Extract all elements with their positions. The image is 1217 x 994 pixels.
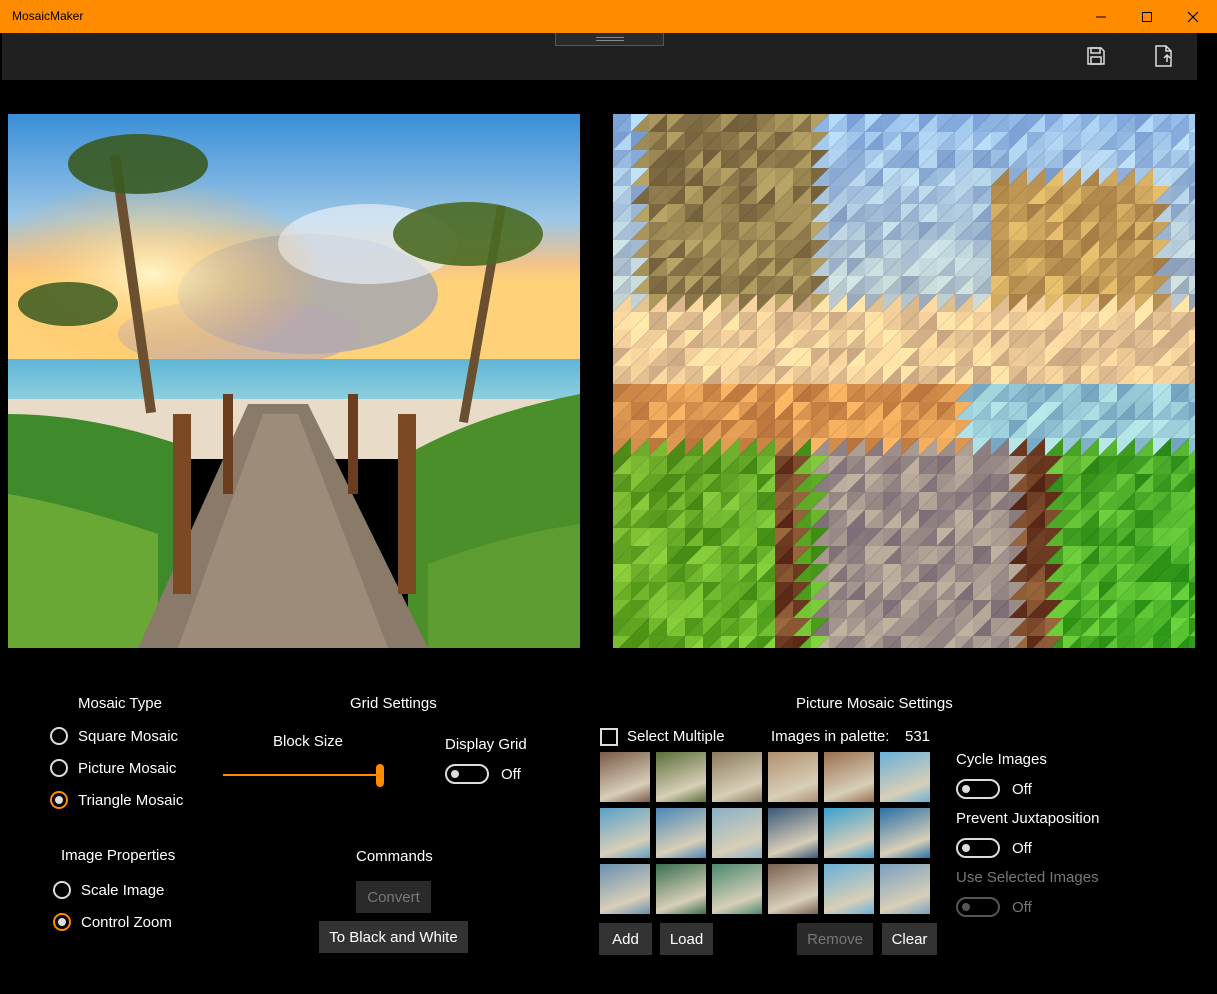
- palette-thumbnail[interactable]: [712, 864, 762, 914]
- prevent-juxtaposition-toggle[interactable]: [956, 838, 1000, 858]
- scale-image-radio[interactable]: [53, 881, 71, 899]
- palette-thumbnail[interactable]: [600, 808, 650, 858]
- picture-mosaic-radio[interactable]: [50, 759, 68, 777]
- window-title: MosaicMaker: [12, 9, 84, 23]
- control-zoom-radio[interactable]: [53, 913, 71, 931]
- save-button[interactable]: [1082, 42, 1110, 70]
- images-in-palette-count: 531: [905, 728, 931, 745]
- use-selected-images-label: Use Selected Images: [956, 869, 1099, 886]
- commands-heading: Commands: [356, 848, 433, 865]
- palette-thumbnail[interactable]: [824, 864, 874, 914]
- palette-thumbnail[interactable]: [656, 864, 706, 914]
- beach-boardwalk-photo: [8, 114, 580, 648]
- display-grid-toggle[interactable]: [445, 764, 489, 784]
- prevent-juxtaposition-state: Off: [1012, 840, 1032, 857]
- minimize-button[interactable]: [1078, 0, 1124, 33]
- close-icon: [1187, 11, 1199, 22]
- palette-thumbnail[interactable]: [712, 752, 762, 802]
- maximize-icon: [1142, 11, 1152, 22]
- palette-thumbnail[interactable]: [656, 752, 706, 802]
- minimize-icon: [1096, 16, 1106, 17]
- mosaic-result-image: [613, 114, 1195, 648]
- scale-image-label[interactable]: Scale Image: [81, 882, 164, 899]
- control-zoom-label[interactable]: Control Zoom: [81, 914, 172, 931]
- load-button[interactable]: Load: [660, 923, 713, 955]
- mosaic-type-heading: Mosaic Type: [78, 695, 162, 712]
- export-file-icon: [1155, 45, 1172, 67]
- square-mosaic-radio[interactable]: [50, 727, 68, 745]
- palette-thumbnail[interactable]: [768, 752, 818, 802]
- export-button[interactable]: [1150, 42, 1178, 70]
- pane-grip-handle[interactable]: [555, 33, 664, 46]
- palette-thumbnail[interactable]: [824, 808, 874, 858]
- block-size-slider-track[interactable]: [223, 774, 378, 776]
- use-selected-images-state: Off: [1012, 899, 1032, 916]
- picture-mosaic-label[interactable]: Picture Mosaic: [78, 760, 176, 777]
- select-multiple-checkbox[interactable]: [600, 728, 618, 746]
- select-multiple-label[interactable]: Select Multiple: [627, 728, 725, 745]
- square-mosaic-label[interactable]: Square Mosaic: [78, 728, 178, 745]
- triangle-mosaic-label[interactable]: Triangle Mosaic: [78, 792, 183, 809]
- title-bar: MosaicMaker: [0, 0, 1217, 33]
- palette-thumbnail[interactable]: [712, 808, 762, 858]
- palette-thumbnail[interactable]: [600, 752, 650, 802]
- palette-thumbnail[interactable]: [768, 864, 818, 914]
- display-grid-state: Off: [501, 766, 521, 783]
- black-and-white-button[interactable]: To Black and White: [319, 921, 468, 953]
- triangle-mosaic-output: [613, 114, 1195, 648]
- convert-button[interactable]: Convert: [356, 881, 431, 913]
- palette-thumbnail[interactable]: [880, 864, 930, 914]
- use-selected-images-toggle[interactable]: [956, 897, 1000, 917]
- source-image: [8, 114, 580, 648]
- remove-button[interactable]: Remove: [797, 923, 873, 955]
- triangle-mosaic-radio[interactable]: [50, 791, 68, 809]
- cycle-images-toggle[interactable]: [956, 779, 1000, 799]
- palette-thumbnail[interactable]: [880, 808, 930, 858]
- close-button[interactable]: [1170, 0, 1216, 33]
- palette-thumbnail[interactable]: [656, 808, 706, 858]
- cycle-images-label: Cycle Images: [956, 751, 1047, 768]
- block-size-label: Block Size: [273, 733, 344, 750]
- image-properties-heading: Image Properties: [61, 847, 176, 864]
- palette-thumbnail[interactable]: [768, 808, 818, 858]
- add-button[interactable]: Add: [599, 923, 652, 955]
- grid-settings-heading: Grid Settings: [350, 695, 437, 712]
- save-icon: [1087, 47, 1105, 65]
- clear-button[interactable]: Clear: [882, 923, 937, 955]
- command-bar: [2, 33, 1197, 80]
- block-size-slider-thumb[interactable]: [376, 764, 384, 787]
- cycle-images-state: Off: [1012, 781, 1032, 798]
- picture-mosaic-heading: Picture Mosaic Settings: [796, 695, 953, 712]
- prevent-juxtaposition-label: Prevent Juxtaposition: [956, 810, 1100, 827]
- palette-thumbnail[interactable]: [824, 752, 874, 802]
- maximize-button[interactable]: [1124, 0, 1170, 33]
- palette-thumbnail[interactable]: [880, 752, 930, 802]
- images-in-palette-label: Images in palette:: [771, 728, 890, 745]
- palette-thumbnail[interactable]: [600, 864, 650, 914]
- display-grid-label: Display Grid: [445, 736, 527, 753]
